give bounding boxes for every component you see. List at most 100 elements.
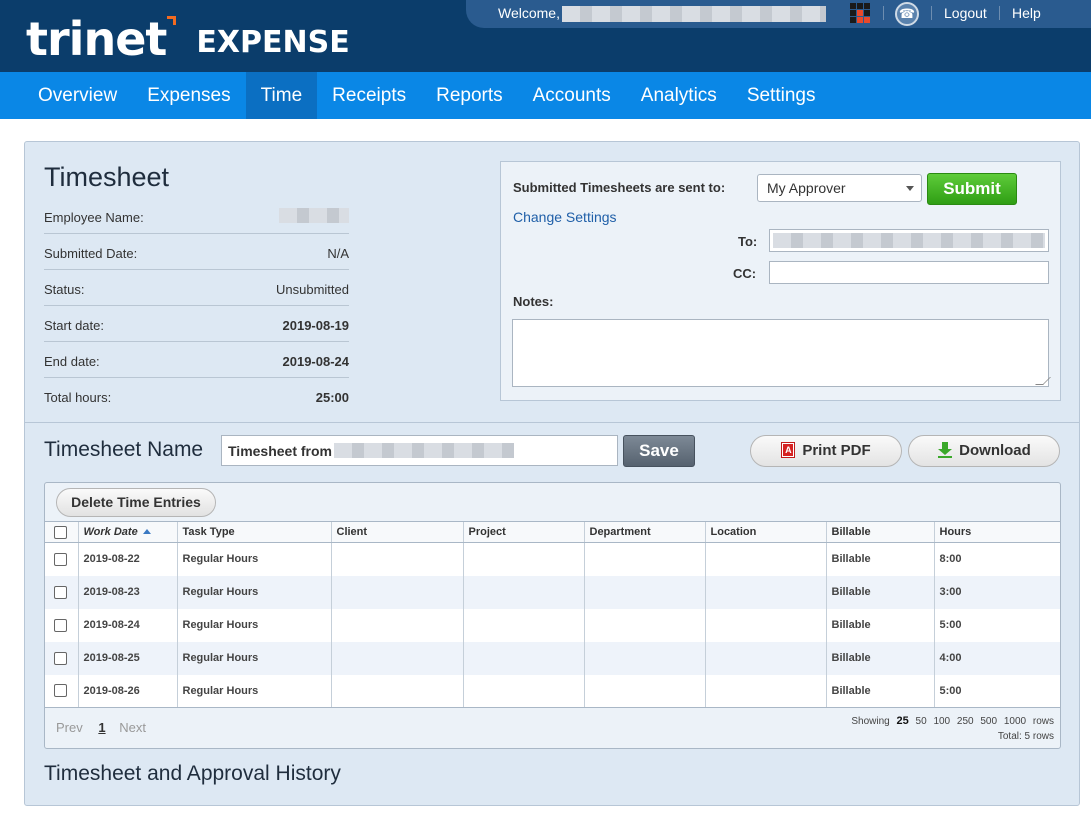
welcome-text: Welcome, [498,5,560,21]
location-cell [704,542,826,576]
nav-reports[interactable]: Reports [421,72,518,119]
download-button[interactable]: Download [908,435,1060,467]
to-field[interactable] [769,229,1049,252]
status-value: Unsubmitted [276,282,349,297]
redacted-employee-name [279,208,349,223]
billable-cell: Billable [825,641,934,675]
cc-field[interactable] [769,261,1049,284]
page-size-selector: Showing 25 50 100 250 500 1000 rows Tota… [851,714,1054,744]
submit-button[interactable]: Submit [927,173,1017,205]
location-cell [704,674,826,708]
client-cell [330,575,463,609]
start-date-row: Start date: 2019-08-19 [44,306,349,342]
table-row[interactable]: 2019-08-23 Regular Hours Billable 3:00 [45,575,1060,609]
pdf-icon [781,442,796,458]
nav-analytics[interactable]: Analytics [626,72,732,119]
resize-handle-icon[interactable] [1035,377,1051,385]
approver-selected-value: My Approver [767,180,846,196]
logout-link[interactable]: Logout [944,5,987,21]
time-entries-table: Work Date Task Type Client Project Depar… [45,521,1060,708]
table-row[interactable]: 2019-08-24 Regular Hours Billable 5:00 [45,608,1060,642]
page-size-option[interactable]: 250 [957,716,974,727]
timesheet-name-label: Timesheet Name [44,438,204,461]
nav-time[interactable]: Time [245,72,318,119]
sent-to-label: Submitted Timesheets are sent to: [513,180,726,195]
work-date-cell: 2019-08-26 [77,674,177,708]
notes-label: Notes: [513,294,554,309]
row-checkbox[interactable] [54,585,67,599]
prev-page-link[interactable]: Prev [56,720,83,735]
trinet-expense-logo[interactable]: trinet EXPENSE [26,12,350,62]
help-link[interactable]: Help [1012,5,1041,21]
department-cell [583,575,705,609]
page-size-option[interactable]: 100 [933,716,950,727]
department-cell [583,608,705,642]
timesheet-name-input[interactable]: Timesheet from [221,435,618,466]
select-all-header [45,521,78,543]
table-row[interactable]: 2019-08-22 Regular Hours Billable 8:00 [45,542,1060,576]
project-cell [462,575,584,609]
department-cell [583,674,705,708]
pagination: Prev 1 Next [56,720,146,735]
hours-cell: 8:00 [933,542,1060,576]
app-switcher-icon[interactable] [850,3,870,23]
nav-accounts[interactable]: Accounts [518,72,626,119]
work-date-cell: 2019-08-24 [77,608,177,642]
change-settings-link[interactable]: Change Settings [513,209,617,225]
column-header-location[interactable]: Location [704,521,826,543]
submitted-date-value: N/A [327,246,349,261]
nav-overview[interactable]: Overview [23,72,132,119]
row-checkbox[interactable] [54,618,67,632]
nav-expenses[interactable]: Expenses [132,72,245,119]
page-size-option[interactable]: 50 [916,716,927,727]
row-checkbox[interactable] [54,651,67,665]
billable-cell: Billable [825,575,934,609]
nav-receipts[interactable]: Receipts [317,72,421,119]
nav-settings[interactable]: Settings [732,72,831,119]
page-size-option[interactable]: 25 [897,715,909,727]
department-cell [583,542,705,576]
billable-cell: Billable [825,674,934,708]
column-header-billable[interactable]: Billable [825,521,934,543]
current-page-link[interactable]: 1 [98,720,105,735]
download-label: Download [959,442,1031,459]
sort-ascending-icon [142,529,151,534]
top-bar: trinet EXPENSE Welcome, ☎ Logout Help [0,0,1091,72]
billable-cell: Billable [825,608,934,642]
hours-cell: 5:00 [933,608,1060,642]
total-hours-value: 25:00 [315,390,349,405]
logo-corner-mark [167,16,177,25]
task-type-cell: Regular Hours [176,575,331,609]
row-checkbox[interactable] [54,684,67,698]
column-header-client[interactable]: Client [330,521,463,543]
row-checkbox[interactable] [54,552,67,566]
redacted-username [562,6,826,22]
column-header-task-type[interactable]: Task Type [176,521,331,543]
delete-time-entries-button[interactable]: Delete Time Entries [56,488,216,517]
employee-name-row: Employee Name: [44,198,349,234]
time-entries-grid: Delete Time Entries Work Date Task Type … [44,482,1061,749]
divider [931,6,932,20]
approver-select[interactable]: My Approver [757,174,922,202]
print-pdf-button[interactable]: Print PDF [750,435,902,467]
page-size-option[interactable]: 500 [980,716,997,727]
print-pdf-label: Print PDF [802,442,871,459]
total-rows-text: Total: 5 rows [997,731,1054,742]
select-all-checkbox[interactable] [54,525,67,539]
redacted-name-suffix [334,443,514,458]
hours-cell: 3:00 [933,575,1060,609]
globe-icon[interactable]: ☎ [895,2,919,26]
start-date-value: 2019-08-19 [282,318,350,333]
column-header-hours[interactable]: Hours [933,521,1060,543]
notes-textarea[interactable] [512,319,1051,387]
column-header-work-date[interactable]: Work Date [77,521,177,543]
page-size-option[interactable]: 1000 [1004,716,1026,727]
column-header-department[interactable]: Department [583,521,705,543]
table-row[interactable]: 2019-08-25 Regular Hours Billable 4:00 [45,641,1060,675]
save-button[interactable]: Save [623,435,695,467]
column-header-project[interactable]: Project [462,521,584,543]
end-date-row: End date: 2019-08-24 [44,342,349,378]
table-row[interactable]: 2019-08-26 Regular Hours Billable 5:00 [45,674,1060,708]
next-page-link[interactable]: Next [119,720,146,735]
row-select-cell [45,609,78,642]
